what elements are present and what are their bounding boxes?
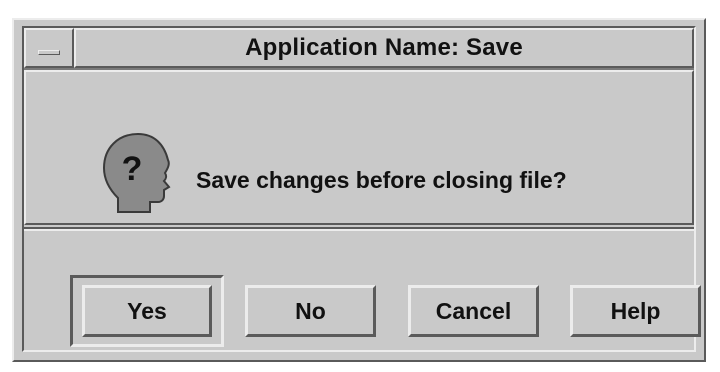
window-menu-icon (38, 50, 60, 55)
window-menu-button[interactable] (24, 28, 74, 68)
dialog-title: Application Name: Save (245, 34, 523, 61)
help-button[interactable]: Help (570, 285, 701, 337)
title-bar: Application Name: Save (24, 28, 694, 70)
no-button[interactable]: No (245, 285, 376, 337)
yes-button[interactable]: Yes (82, 285, 212, 337)
separator (24, 227, 694, 231)
message-area: ? Save changes before closing file? (24, 70, 694, 225)
svg-text:?: ? (122, 150, 143, 188)
dialog-body: Application Name: Save ? Save changes be… (22, 26, 701, 352)
save-dialog-window: Application Name: Save ? Save changes be… (12, 18, 706, 362)
cancel-button[interactable]: Cancel (408, 285, 539, 337)
dialog-message: Save changes before closing file? (196, 167, 567, 193)
title-area[interactable]: Application Name: Save (74, 28, 694, 68)
question-head-icon: ? (102, 132, 171, 213)
